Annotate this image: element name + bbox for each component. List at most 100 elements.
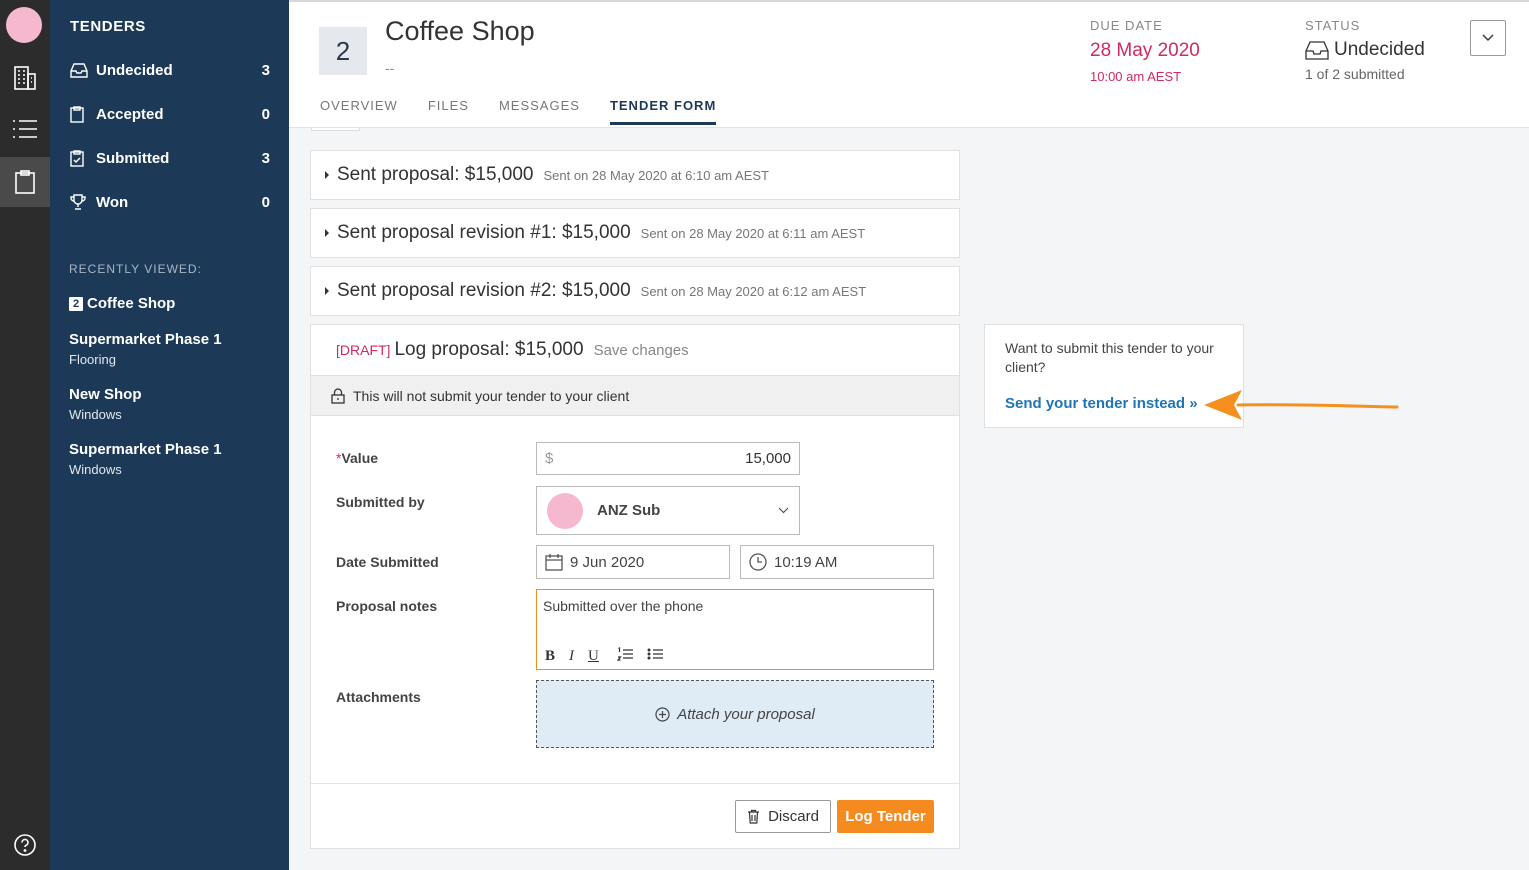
page-title: Coffee Shop bbox=[385, 16, 535, 46]
value-input[interactable]: $ 15,000 bbox=[536, 442, 800, 475]
attach-prompt: Attach your proposal bbox=[677, 705, 815, 723]
sidebar-item-label: Undecided bbox=[96, 61, 173, 79]
bold-icon[interactable]: B bbox=[545, 648, 555, 665]
status-dropdown-button[interactable] bbox=[1470, 20, 1506, 56]
sidebar-item-won[interactable]: Won 0 bbox=[70, 190, 270, 214]
proposal-notes-label: Proposal notes bbox=[336, 598, 438, 614]
collapsed-section-edge bbox=[311, 128, 360, 131]
proposal-meta: Sent on 28 May 2020 at 6:11 am AEST bbox=[640, 225, 866, 241]
draft-header: [DRAFT] Log proposal: $15,000 Save chang… bbox=[336, 339, 689, 361]
recent-item-name: New Shop bbox=[69, 386, 142, 403]
recent-item-sub: Windows bbox=[69, 407, 122, 422]
inbox-icon bbox=[70, 63, 88, 78]
submitted-by-name: ANZ Sub bbox=[597, 502, 661, 519]
discard-label: Discard bbox=[768, 808, 819, 825]
proposal-meta: Sent on 28 May 2020 at 6:12 am AEST bbox=[640, 283, 867, 299]
rail-help-button[interactable] bbox=[0, 820, 50, 870]
trophy-icon bbox=[70, 194, 86, 210]
value-label: *Value bbox=[336, 450, 379, 466]
sent-proposal-revision-2-card[interactable]: Sent proposal revision #2: $15,000 Sent … bbox=[310, 266, 960, 316]
tender-header: 2 Coffee Shop -- OVERVIEW FILES MESSAGES… bbox=[289, 0, 1529, 128]
log-tender-button[interactable]: Log Tender bbox=[837, 800, 934, 833]
tenders-sidebar: TENDERS Undecided 3 Accepted 0 Submitted… bbox=[50, 0, 289, 870]
sidebar-item-count: 3 bbox=[261, 149, 270, 167]
proposal-title: Sent proposal revision #1: $15,000 bbox=[337, 222, 631, 243]
sent-proposal-card[interactable]: Sent proposal: $15,000 Sent on 28 May 20… bbox=[310, 150, 960, 200]
recent-item-name: Supermarket Phase 1 bbox=[69, 331, 222, 348]
icon-rail bbox=[0, 0, 50, 870]
callout-arrow-icon bbox=[1204, 390, 1399, 420]
rail-tenders-button[interactable] bbox=[0, 157, 50, 207]
date-input[interactable]: 9 Jun 2020 bbox=[536, 545, 730, 579]
tab-messages[interactable]: MESSAGES bbox=[499, 98, 580, 125]
discard-button[interactable]: Discard bbox=[735, 800, 831, 833]
sidebar-item-accepted[interactable]: Accepted 0 bbox=[70, 102, 270, 126]
sidebar-item-label: Won bbox=[96, 193, 129, 211]
sidebar-item-undecided[interactable]: Undecided 3 bbox=[70, 58, 270, 82]
recent-item-name: Coffee Shop bbox=[87, 295, 176, 312]
list-icon bbox=[13, 120, 37, 138]
ordered-list-icon[interactable] bbox=[616, 647, 633, 666]
due-time: 10:00 am AEST bbox=[1090, 69, 1182, 84]
recent-item-new-shop[interactable]: New Shop Windows bbox=[69, 386, 279, 422]
help-icon bbox=[14, 834, 36, 856]
warning-text: This will not submit your tender to your… bbox=[353, 387, 630, 404]
avatar bbox=[547, 492, 583, 529]
notes-text: Submitted over the phone bbox=[543, 598, 704, 614]
sidebar-item-count: 0 bbox=[261, 105, 270, 123]
recent-item-supermarket-flooring[interactable]: Supermarket Phase 1 Flooring bbox=[69, 331, 279, 367]
chevron-down-icon bbox=[1482, 34, 1494, 41]
trash-icon bbox=[748, 809, 760, 824]
user-avatar[interactable] bbox=[6, 7, 42, 43]
plus-circle-icon bbox=[655, 706, 670, 722]
caret-right-icon bbox=[325, 229, 329, 237]
italic-icon[interactable]: I bbox=[569, 648, 574, 665]
date-text: 9 Jun 2020 bbox=[570, 553, 645, 571]
clipboard-icon bbox=[15, 170, 35, 194]
tender-number: 2 bbox=[319, 27, 367, 75]
recently-viewed-heading: RECENTLY VIEWED: bbox=[69, 262, 202, 276]
underline-icon[interactable]: U bbox=[588, 648, 599, 665]
currency-symbol: $ bbox=[545, 450, 554, 467]
sidebar-item-submitted[interactable]: Submitted 3 bbox=[70, 146, 270, 170]
proposal-meta: Sent on 28 May 2020 at 6:10 am AEST bbox=[543, 167, 769, 183]
draft-tag: [DRAFT] bbox=[336, 342, 391, 358]
recent-item-name: Supermarket Phase 1 bbox=[69, 441, 222, 458]
draft-proposal-card: [DRAFT] Log proposal: $15,000 Save chang… bbox=[310, 324, 960, 849]
proposal-title: Sent proposal: $15,000 bbox=[337, 164, 534, 185]
status-label: STATUS bbox=[1305, 18, 1361, 33]
send-tender-link[interactable]: Send your tender instead » bbox=[1005, 395, 1223, 412]
building-icon bbox=[14, 66, 36, 90]
sidebar-item-label: Accepted bbox=[96, 105, 164, 123]
date-submitted-label: Date Submitted bbox=[336, 554, 439, 570]
attachments-label: Attachments bbox=[336, 689, 421, 705]
divider bbox=[311, 783, 959, 784]
clipboard-icon bbox=[70, 105, 84, 123]
due-date-label: DUE DATE bbox=[1090, 18, 1163, 33]
submitted-by-select[interactable]: ANZ Sub bbox=[536, 486, 800, 535]
tab-files[interactable]: FILES bbox=[428, 98, 469, 125]
recent-item-sub: Flooring bbox=[69, 352, 116, 367]
time-input[interactable]: 10:19 AM bbox=[740, 545, 934, 579]
clock-icon bbox=[749, 553, 767, 571]
draft-title: Log proposal: $15,000 bbox=[394, 339, 584, 360]
value-text: 15,000 bbox=[745, 450, 791, 467]
caret-right-icon bbox=[325, 287, 329, 295]
bullet-list-icon[interactable] bbox=[647, 647, 663, 666]
status-value: Undecided bbox=[1305, 39, 1425, 61]
tab-tender-form[interactable]: TENDER FORM bbox=[609, 98, 717, 125]
lock-icon bbox=[331, 387, 345, 404]
save-changes-link[interactable]: Save changes bbox=[594, 342, 689, 359]
clipboard-check-icon bbox=[70, 149, 84, 167]
editor-toolbar: B I U bbox=[545, 647, 677, 666]
recent-item-supermarket-windows[interactable]: Supermarket Phase 1 Windows bbox=[69, 441, 279, 477]
rail-projects-button[interactable] bbox=[0, 53, 50, 103]
sidebar-item-label: Submitted bbox=[96, 149, 170, 167]
tab-overview[interactable]: OVERVIEW bbox=[320, 98, 398, 125]
rail-list-button[interactable] bbox=[0, 104, 50, 154]
sent-proposal-revision-1-card[interactable]: Sent proposal revision #1: $15,000 Sent … bbox=[310, 208, 960, 258]
recent-item-coffee-shop[interactable]: 2 Coffee Shop bbox=[69, 295, 279, 312]
tab-bar: OVERVIEW FILES MESSAGES TENDER FORM bbox=[320, 98, 746, 125]
attach-proposal-dropzone[interactable]: Attach your proposal bbox=[536, 680, 934, 748]
proposal-notes-editor[interactable]: Submitted over the phone B I U bbox=[536, 589, 934, 670]
